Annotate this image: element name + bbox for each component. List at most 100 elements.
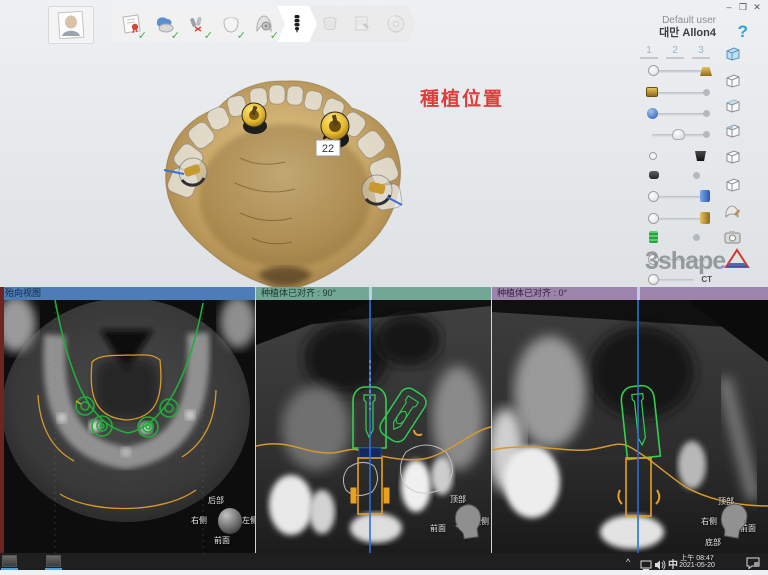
cube-icon [723, 124, 742, 138]
check-icon: ✓ [204, 29, 213, 42]
sleeve-icon [319, 13, 341, 35]
panel-aligned90-header[interactable]: 种植体已对齐 : 90° [256, 287, 491, 300]
row-green-implant[interactable] [646, 231, 712, 245]
slider-implant-gold[interactable] [646, 86, 712, 100]
tab-2[interactable]: 2 [666, 45, 684, 59]
close-button[interactable]: ✕ [750, 2, 764, 13]
row-radio-cylinder[interactable] [646, 150, 712, 164]
axial-ct-image [0, 300, 255, 553]
gold-implant-icon [646, 87, 658, 97]
abutment-icon [700, 67, 712, 76]
sidebar-tabs: 1 2 3 [640, 45, 710, 59]
gold-cylinder-icon [700, 212, 710, 224]
orient-front-label: 前面 [430, 523, 446, 534]
3d-viewport[interactable]: 22 [140, 78, 430, 296]
panel-divider [491, 287, 492, 553]
slider-end-dot [703, 110, 710, 117]
layer-cube-button-4[interactable] [723, 124, 742, 138]
cube-icon [723, 99, 742, 113]
slider-knob[interactable] [648, 65, 659, 76]
slider-blue-cylinder[interactable] [646, 190, 712, 204]
volume-icon[interactable] [654, 557, 666, 575]
slider-track[interactable] [652, 113, 706, 116]
taskbar-app-2[interactable] [46, 555, 61, 567]
row-dark-puck[interactable] [646, 169, 712, 183]
taskbar-app-1[interactable] [2, 555, 17, 567]
radio-button[interactable] [649, 152, 657, 160]
layer-cube-button-3[interactable] [723, 99, 742, 113]
green-implant-icon [649, 231, 658, 243]
axis-tick [369, 287, 372, 300]
selected-panel-indicator [0, 287, 4, 553]
workflow-steps: ✓ ✓ ✓ ✓ ✓ [112, 6, 416, 42]
patient-photo-button[interactable] [48, 6, 94, 44]
panel-axial-view[interactable]: 殆向视图 后部 右侧 左侧 前面 [0, 287, 255, 553]
design-tool-button[interactable] [723, 204, 742, 218]
implant-12[interactable] [242, 103, 267, 134]
tray-expand-button[interactable]: ^ [626, 557, 630, 567]
black-cylinder-icon [695, 151, 706, 161]
end-dot [693, 172, 700, 179]
svg-text:22: 22 [322, 143, 334, 155]
network-icon[interactable] [640, 557, 652, 575]
slider-gold-cylinder[interactable] [646, 212, 712, 226]
taskbar-clock[interactable]: 上午 08:47 2021-05-20 [668, 555, 726, 569]
slider-track[interactable] [652, 218, 706, 221]
panel-aligned-0[interactable]: 种植体已对齐 : 0° 顶部 右侧 前面 底部 [492, 287, 768, 553]
notification-center-icon[interactable] [746, 556, 760, 574]
layer-cube-button-1[interactable] [723, 47, 742, 61]
export-disc-icon [385, 13, 407, 35]
minimize-button[interactable]: – [722, 2, 736, 12]
help-button[interactable]: ? [738, 22, 748, 42]
orient-back-label: 后部 [208, 495, 224, 506]
cube-icon [723, 74, 742, 88]
panel-axial-header[interactable]: 殆向视图 [0, 287, 255, 300]
slider-sphere[interactable] [646, 107, 712, 121]
orientation-sphere[interactable] [218, 508, 242, 534]
dark-puck-icon [649, 171, 659, 179]
annotation-text: 種植位置 [420, 84, 504, 111]
check-icon: ✓ [138, 29, 147, 42]
tab-3[interactable]: 3 [692, 45, 710, 59]
tab-1[interactable]: 1 [640, 45, 658, 59]
tooth-number-label: 22 [316, 140, 340, 156]
orientation-head[interactable] [714, 502, 752, 547]
layer-cube-button-6[interactable] [723, 178, 742, 192]
window-controls: –❐✕ [722, 2, 764, 13]
slider-track[interactable] [652, 92, 706, 95]
orient-front-label: 前面 [214, 535, 230, 546]
3shape-watermark: 3shape [645, 247, 725, 276]
head-widget-icon [450, 502, 486, 544]
slider-track[interactable] [652, 70, 706, 73]
windows-taskbar [0, 553, 768, 570]
tooth-knob-icon[interactable] [672, 129, 685, 140]
layer-cube-button-2[interactable] [723, 74, 742, 88]
panel-aligned-90[interactable]: 种植体已对齐 : 90° 顶部 前面 左侧 [256, 287, 491, 553]
panel-aligned0-header[interactable]: 种植体已对齐 : 0° [492, 287, 768, 300]
approve-icon [352, 13, 374, 35]
check-icon: ✓ [237, 29, 246, 42]
slider-knob[interactable] [648, 191, 659, 202]
panel-divider [255, 287, 256, 553]
axis-tick [637, 287, 640, 300]
cube-icon [723, 47, 742, 61]
orient-right-label: 右侧 [191, 515, 207, 526]
slider-knob[interactable] [648, 213, 659, 224]
slider-end-dot [703, 89, 710, 96]
ct-slider-label: CT [701, 275, 712, 284]
maximize-button[interactable]: ❐ [736, 2, 750, 13]
clock-date: 2021-05-20 [668, 562, 726, 569]
panel-axial-title: 殆向视图 [5, 288, 41, 298]
slider-track[interactable] [652, 196, 706, 199]
orientation-head[interactable] [450, 502, 486, 549]
screenshot-button[interactable] [723, 229, 742, 243]
slider-abutment[interactable] [646, 64, 712, 78]
step-order-form[interactable]: ✓ [112, 6, 152, 42]
clock-time: 上午 08:47 [668, 555, 726, 562]
layer-cube-button-5[interactable] [723, 150, 742, 164]
denture-tool-icon [723, 204, 742, 219]
slider-tooth[interactable] [646, 128, 712, 142]
check-icon: ✓ [171, 29, 180, 42]
blue-cylinder-icon [700, 190, 710, 202]
user-info: Default user 대만 Allon4 [659, 15, 716, 39]
